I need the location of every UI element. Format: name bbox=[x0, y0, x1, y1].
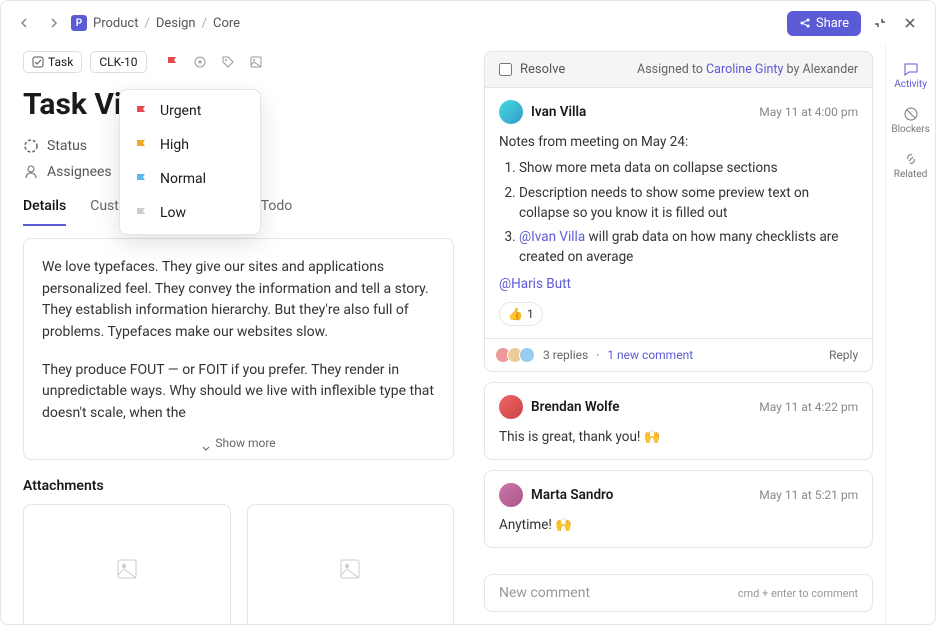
workspace-icon: P bbox=[71, 15, 87, 31]
breadcrumb: P Product / Design / Core bbox=[71, 15, 240, 31]
tab-todo[interactable]: Todo bbox=[261, 198, 293, 226]
collapse-icon[interactable] bbox=[869, 12, 891, 34]
priority-urgent[interactable]: Urgent bbox=[120, 94, 260, 128]
avatar bbox=[499, 100, 523, 124]
image-icon bbox=[338, 557, 362, 581]
new-comment-link[interactable]: 1 new comment bbox=[607, 348, 693, 362]
chat-icon bbox=[903, 61, 919, 77]
resolve-bar: Resolve Assigned to Caroline Ginty by Al… bbox=[484, 51, 873, 88]
reply-button[interactable]: Reply bbox=[829, 348, 858, 362]
comment-author: Marta Sandro bbox=[531, 487, 613, 503]
assignee-link[interactable]: Caroline Ginty bbox=[706, 62, 783, 77]
comment-author: Ivan Villa bbox=[531, 104, 586, 120]
flag-icon[interactable] bbox=[165, 55, 179, 69]
task-id-chip[interactable]: CLK-10 bbox=[90, 51, 146, 73]
comment: Marta Sandro May 11 at 5:21 pm Anytime! … bbox=[484, 470, 873, 548]
attachments-heading: Attachments bbox=[23, 478, 454, 494]
tag-icon[interactable] bbox=[221, 55, 235, 69]
status-icon bbox=[23, 138, 39, 154]
flag-icon bbox=[134, 206, 148, 220]
sidebar-blockers[interactable]: Blockers bbox=[886, 98, 935, 143]
avatar bbox=[499, 395, 523, 419]
comment: Brendan Wolfe May 11 at 4:22 pm This is … bbox=[484, 382, 873, 460]
replies-count[interactable]: 3 replies bbox=[543, 348, 588, 362]
chevron-down-icon bbox=[201, 443, 211, 453]
comment-time: May 11 at 4:22 pm bbox=[759, 400, 858, 414]
flag-icon bbox=[134, 172, 148, 186]
priority-high[interactable]: High bbox=[120, 128, 260, 162]
breadcrumb-item[interactable]: Design bbox=[156, 16, 196, 31]
mention[interactable]: @Haris Butt bbox=[499, 276, 571, 292]
sidebar-related[interactable]: Related bbox=[886, 143, 935, 188]
comment-author: Brendan Wolfe bbox=[531, 399, 620, 415]
attachment-thumb[interactable] bbox=[247, 504, 455, 624]
task-chip[interactable]: Task bbox=[23, 51, 82, 73]
comment-time: May 11 at 4:00 pm bbox=[759, 105, 858, 119]
mention[interactable]: @Ivan Villa bbox=[519, 229, 585, 245]
new-comment-input[interactable] bbox=[499, 585, 738, 601]
comment: Ivan Villa May 11 at 4:00 pm Notes from … bbox=[484, 88, 873, 339]
comment-time: May 11 at 5:21 pm bbox=[759, 488, 858, 502]
sidebar-activity[interactable]: Activity bbox=[886, 53, 935, 98]
share-button[interactable]: Share bbox=[787, 11, 861, 36]
compose-hint: cmd + enter to comment bbox=[738, 587, 858, 600]
description: We love typefaces. They give our sites a… bbox=[23, 238, 454, 460]
show-more-button[interactable]: Show more bbox=[24, 419, 453, 459]
priority-dropdown: Urgent High Normal Low bbox=[119, 89, 261, 235]
resolve-label: Resolve bbox=[520, 62, 565, 77]
thread-footer: 3 replies · 1 new comment Reply bbox=[484, 339, 873, 372]
reaction[interactable]: 👍1 bbox=[499, 302, 543, 326]
priority-low[interactable]: Low bbox=[120, 196, 260, 230]
check-icon bbox=[32, 56, 44, 68]
tab-details[interactable]: Details bbox=[23, 198, 66, 226]
priority-normal[interactable]: Normal bbox=[120, 162, 260, 196]
attachment-thumb[interactable] bbox=[23, 504, 231, 624]
link-icon bbox=[903, 151, 919, 167]
nav-back[interactable] bbox=[15, 13, 35, 33]
breadcrumb-item[interactable]: Product bbox=[93, 16, 138, 31]
close-icon[interactable] bbox=[899, 12, 921, 34]
assigned-text: Assigned to Caroline Ginty by Alexander bbox=[637, 62, 858, 77]
image-icon bbox=[115, 557, 139, 581]
avatar bbox=[499, 483, 523, 507]
flag-icon bbox=[134, 104, 148, 118]
nav-forward[interactable] bbox=[43, 13, 63, 33]
share-icon bbox=[799, 17, 811, 29]
reply-avatars bbox=[499, 347, 535, 363]
resolve-checkbox[interactable] bbox=[499, 63, 512, 76]
settings-icon[interactable] bbox=[193, 55, 207, 69]
flag-icon bbox=[134, 138, 148, 152]
compose-box[interactable]: cmd + enter to comment bbox=[484, 574, 873, 612]
breadcrumb-item[interactable]: Core bbox=[213, 16, 240, 31]
image-icon[interactable] bbox=[249, 55, 263, 69]
person-icon bbox=[23, 164, 39, 180]
block-icon bbox=[903, 106, 919, 122]
